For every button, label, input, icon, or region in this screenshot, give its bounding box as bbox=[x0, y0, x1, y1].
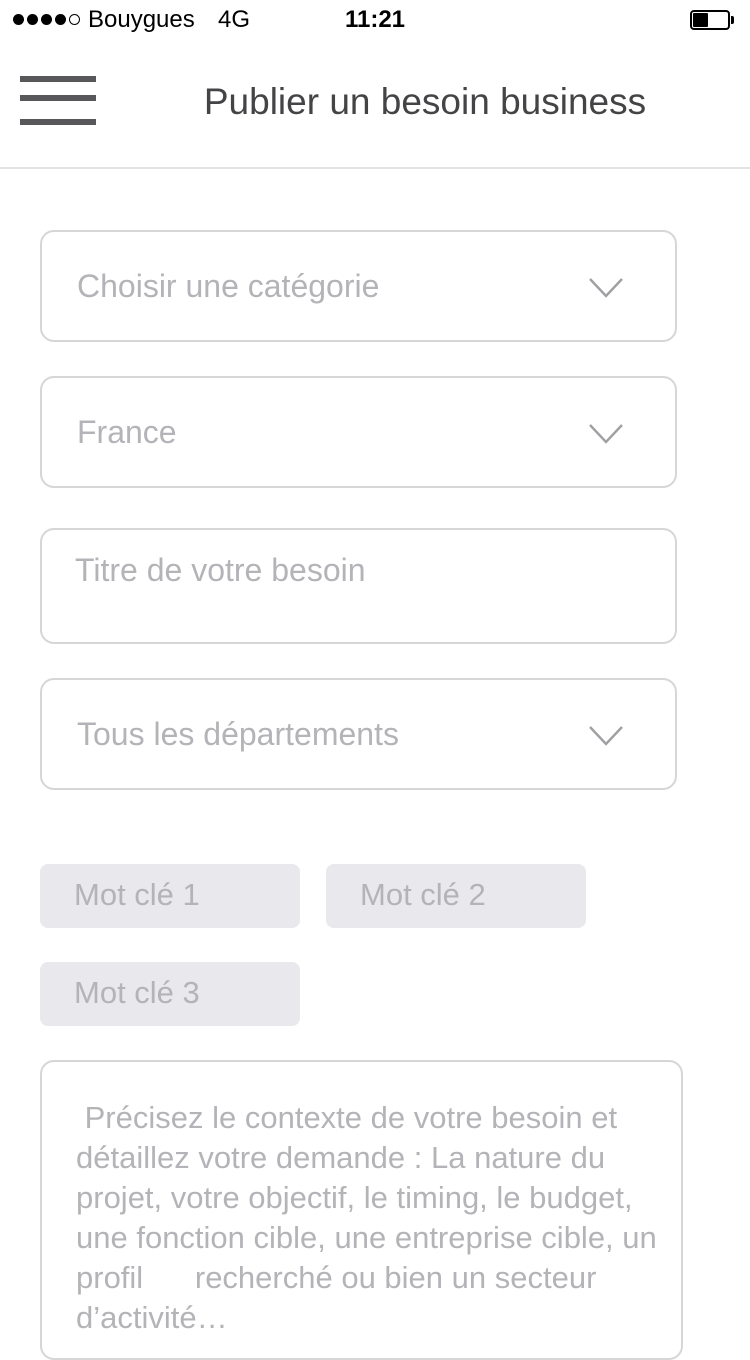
country-select[interactable]: France bbox=[40, 376, 677, 488]
chevron-down-icon bbox=[589, 726, 623, 746]
need-title-placeholder: Titre de votre besoin bbox=[75, 552, 366, 588]
chevron-down-icon bbox=[589, 278, 623, 298]
description-placeholder: Précisez le contexte de votre besoin et … bbox=[76, 1100, 666, 1335]
category-placeholder: Choisir une catégorie bbox=[77, 268, 380, 304]
department-placeholder: Tous les départements bbox=[77, 716, 399, 752]
department-select[interactable]: Tous les départements bbox=[40, 678, 677, 790]
hamburger-menu-icon[interactable] bbox=[20, 76, 96, 128]
category-select[interactable]: Choisir une catégorie bbox=[40, 230, 677, 342]
keyword-placeholder: Mot clé 3 bbox=[74, 975, 200, 1010]
battery-level-fill bbox=[693, 13, 708, 27]
keyword-placeholder: Mot clé 1 bbox=[74, 877, 200, 912]
nav-bar: Publier un besoin business bbox=[0, 40, 750, 169]
description-textarea[interactable]: Précisez le contexte de votre besoin et … bbox=[40, 1060, 683, 1360]
chevron-down-icon bbox=[589, 424, 623, 444]
country-value: France bbox=[77, 414, 177, 450]
page-title: Publier un besoin business bbox=[203, 81, 647, 122]
status-time: 11:21 bbox=[344, 6, 406, 33]
keyword-input-2[interactable]: Mot clé 2 bbox=[326, 864, 586, 928]
status-bar: Bouygues 4G 11:21 bbox=[0, 0, 750, 40]
need-title-input[interactable]: Titre de votre besoin bbox=[40, 528, 677, 644]
battery-icon bbox=[690, 10, 734, 30]
keyword-input-3[interactable]: Mot clé 3 bbox=[40, 962, 300, 1026]
keyword-placeholder: Mot clé 2 bbox=[360, 877, 486, 912]
keyword-input-1[interactable]: Mot clé 1 bbox=[40, 864, 300, 928]
